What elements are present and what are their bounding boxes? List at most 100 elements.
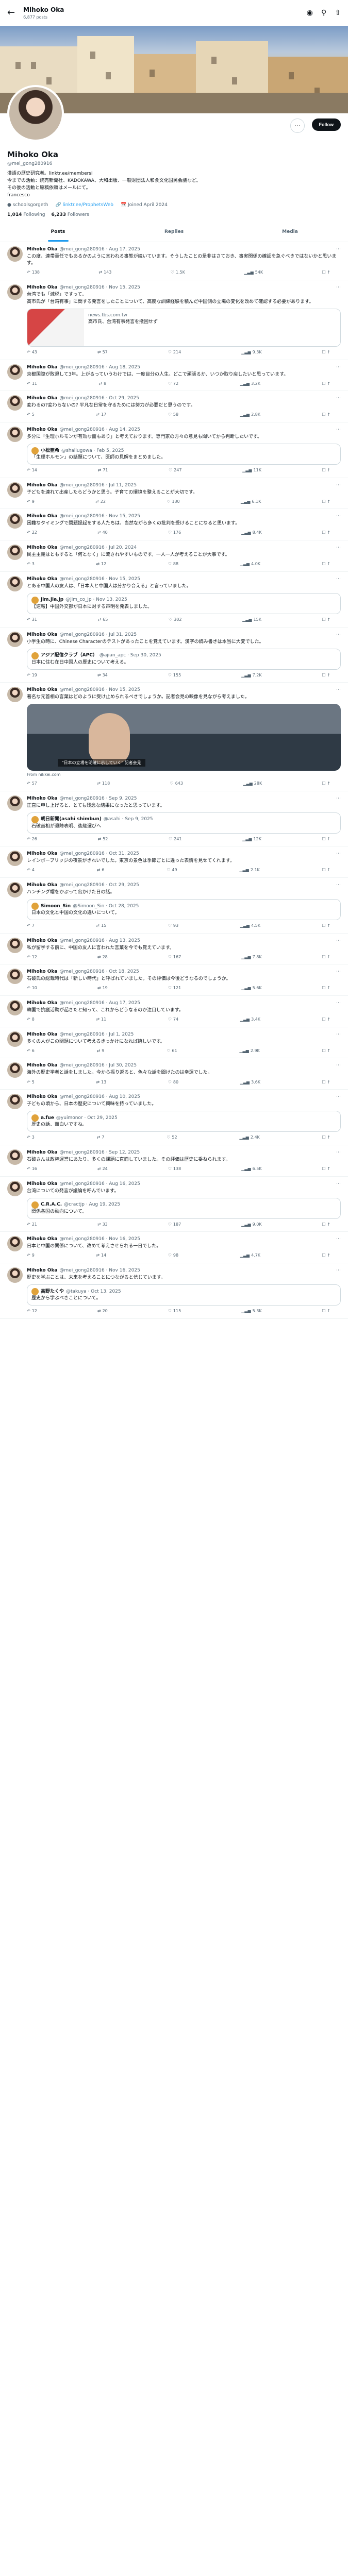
tweet[interactable]: Mihoko Oka @mei_gong280916 · Jul 20, 2024… xyxy=(0,540,348,572)
bookmark-share-icons[interactable]: ☐ ↑ xyxy=(322,1308,330,1314)
tweet-avatar[interactable] xyxy=(7,1267,23,1283)
tweet-author-name[interactable]: Mihoko Oka xyxy=(27,969,57,975)
reply-button[interactable]: ↶ 11 xyxy=(27,381,37,387)
views-button[interactable]: ▁▃▅ 3.4K xyxy=(240,1016,260,1023)
repost-button[interactable]: ⇄ 52 xyxy=(98,836,108,842)
tweet[interactable]: Mihoko Oka @mei_gong280916 · Jul 1, 2025 ⋯… xyxy=(0,1027,348,1059)
tweet[interactable]: Mihoko Oka @mei_gong280916 · Nov 15, 2025… xyxy=(0,509,348,541)
views-button[interactable]: ▁▃▅ 4.0K xyxy=(240,561,260,567)
tweet-author-name[interactable]: Mihoko Oka xyxy=(27,545,57,551)
tweet[interactable]: Mihoko Oka @mei_gong280916 · Jul 31, 2025… xyxy=(0,628,348,683)
quoted-tweet[interactable]: Simoon_Sin @Simoon_Sin · Oct 28, 2025 日本の文… xyxy=(27,899,341,921)
tweet[interactable]: Mihoko Oka @mei_gong280916 · Aug 14, 2025… xyxy=(0,422,348,478)
repost-button[interactable]: ⇄ 7 xyxy=(97,1134,105,1141)
tweet-avatar[interactable] xyxy=(7,246,23,262)
reply-button[interactable]: ↶ 138 xyxy=(27,269,40,276)
bookmark-share-icons[interactable]: ☐ ↑ xyxy=(322,923,330,929)
like-button[interactable]: ♡ 61 xyxy=(167,1048,177,1054)
tweet-author-name[interactable]: Mihoko Oka xyxy=(27,284,57,291)
tweet-author-name[interactable]: Mihoko Oka xyxy=(27,1031,57,1038)
repost-button[interactable]: ⇄ 71 xyxy=(98,467,108,473)
bookmark-share-icons[interactable]: ☐ ↑ xyxy=(322,1134,330,1141)
bookmark-share-icons[interactable]: ☐ ↑ xyxy=(322,672,330,679)
more-icon[interactable]: ⋯ xyxy=(336,1094,341,1100)
bookmark-share-icons[interactable]: ☐ ↑ xyxy=(322,781,330,787)
tweet-author-name[interactable]: Mihoko Oka xyxy=(27,576,57,583)
repost-button[interactable]: ⇄ 9 xyxy=(97,1048,105,1054)
quoted-tweet[interactable]: a.fue @yuimonor · Oct 29, 2025 歴史の話、面白いですね… xyxy=(27,1111,341,1132)
bookmark-share-icons[interactable]: ☐ ↑ xyxy=(322,499,330,505)
repost-button[interactable]: ⇄ 20 xyxy=(97,1308,108,1314)
bookmark-share-icons[interactable]: ☐ ↑ xyxy=(322,1252,330,1259)
tweet[interactable]: Mihoko Oka @mei_gong280916 · Nov 16, 2025… xyxy=(0,1232,348,1263)
tweet-author-name[interactable]: Mihoko Oka xyxy=(27,938,57,944)
more-icon[interactable]: ⋯ xyxy=(336,1031,341,1038)
bookmark-share-icons[interactable]: ☐ ↑ xyxy=(322,867,330,873)
views-button[interactable]: ▁▃▅ 9.3K xyxy=(241,349,261,355)
tweet[interactable]: Mihoko Oka @mei_gong280916 · Aug 17, 2025… xyxy=(0,996,348,1027)
repost-button[interactable]: ⇄ 143 xyxy=(98,269,111,276)
tweet-avatar[interactable] xyxy=(7,545,23,561)
like-button[interactable]: ♡ 52 xyxy=(167,1134,177,1141)
views-button[interactable]: ▁▃▅ 3.2K xyxy=(240,381,260,387)
bookmark-share-icons[interactable]: ☐ ↑ xyxy=(322,381,330,387)
tweet-author-name[interactable]: Mihoko Oka xyxy=(27,482,57,489)
reply-button[interactable]: ↶ 3 xyxy=(27,561,35,567)
reply-button[interactable]: ↶ 8 xyxy=(27,1016,35,1023)
views-button[interactable]: ▁▃▅ 12K xyxy=(242,836,261,842)
like-button[interactable]: ♡ 241 xyxy=(169,836,181,842)
like-button[interactable]: ♡ 130 xyxy=(167,499,179,505)
like-button[interactable]: ♡ 93 xyxy=(168,923,178,929)
like-button[interactable]: ♡ 49 xyxy=(167,867,177,873)
reply-button[interactable]: ↶ 19 xyxy=(27,672,37,679)
tweet-avatar[interactable] xyxy=(7,882,23,897)
more-icon[interactable]: ⋯ xyxy=(336,1267,341,1274)
profile-link[interactable]: 🔗 linktr.ee/ProphetsWeb xyxy=(56,202,113,209)
tweet[interactable]: Mihoko Oka @mei_gong280916 · Jul 30, 2025… xyxy=(0,1058,348,1090)
views-button[interactable]: ▁▃▅ 2.4K xyxy=(239,1134,259,1141)
views-button[interactable]: ▁▃▅ 4.5K xyxy=(240,923,260,929)
tweet[interactable]: Mihoko Oka @mei_gong280916 · Oct 31, 2025… xyxy=(0,846,348,878)
tweet-avatar[interactable] xyxy=(7,795,23,811)
tweet-avatar[interactable] xyxy=(7,1094,23,1110)
bookmark-share-icons[interactable]: ☐ ↑ xyxy=(322,269,330,276)
quoted-tweet[interactable]: 高野たくや @takuya · Oct 13, 2025 歴史から学ぶべきことについ… xyxy=(27,1284,341,1306)
grok-icon[interactable]: ◉ xyxy=(307,8,313,18)
tweet[interactable]: Mihoko Oka @mei_gong280916 · Nov 15, 2025… xyxy=(0,280,348,360)
repost-button[interactable]: ⇄ 8 xyxy=(98,381,106,387)
more-icon[interactable]: ⋯ xyxy=(336,364,341,371)
tweet-author-name[interactable]: Mihoko Oka xyxy=(27,1062,57,1069)
quoted-tweet[interactable]: 朝日新聞(asahi shimbun) @asahi · Sep 9, 2025 石… xyxy=(27,812,341,834)
bookmark-share-icons[interactable]: ☐ ↑ xyxy=(322,1166,330,1172)
bookmark-share-icons[interactable]: ☐ ↑ xyxy=(322,617,330,623)
following-stat[interactable]: 1,014 Following xyxy=(7,212,45,218)
reply-button[interactable]: ↶ 14 xyxy=(27,467,37,473)
repost-button[interactable]: ⇄ 65 xyxy=(98,617,108,623)
views-button[interactable]: ▁▃▅ 5.3K xyxy=(241,1308,261,1314)
more-icon[interactable]: ⋯ xyxy=(336,545,341,551)
reply-button[interactable]: ↶ 57 xyxy=(27,781,37,787)
like-button[interactable]: ♡ 247 xyxy=(169,467,181,473)
repost-button[interactable]: ⇄ 11 xyxy=(96,1016,106,1023)
tweet-author-name[interactable]: Mihoko Oka xyxy=(27,687,57,693)
repost-button[interactable]: ⇄ 28 xyxy=(97,954,108,960)
tweet-author-name[interactable]: Mihoko Oka xyxy=(27,632,57,638)
bookmark-share-icons[interactable]: ☐ ↑ xyxy=(322,1079,330,1086)
views-button[interactable]: ▁▃▅ 6.1K xyxy=(241,499,261,505)
reply-button[interactable]: ↶ 21 xyxy=(27,1222,37,1228)
tweet-avatar[interactable] xyxy=(7,631,23,647)
views-button[interactable]: ▁▃▅ 7.8K xyxy=(241,954,261,960)
reply-button[interactable]: ↶ 26 xyxy=(27,836,37,842)
tweet-author-name[interactable]: Mihoko Oka xyxy=(27,246,57,253)
link-card[interactable]: news.tbs.com.tw 高市氏、台湾有事発言を撤回せず xyxy=(27,309,341,347)
views-button[interactable]: ▁▃▅ 28K xyxy=(243,781,262,787)
reply-button[interactable]: ↶ 16 xyxy=(27,1166,37,1172)
views-button[interactable]: ▁▃▅ 8.4K xyxy=(241,530,261,536)
repost-button[interactable]: ⇄ 13 xyxy=(96,1079,106,1086)
reply-button[interactable]: ↶ 4 xyxy=(27,867,35,873)
quoted-tweet[interactable]: jim.jia.jp @jim_co_jp · Nov 13, 2025 【速報】中… xyxy=(27,592,341,614)
tab-replies[interactable]: Replies xyxy=(116,223,232,242)
reply-button[interactable]: ↶ 22 xyxy=(27,530,37,536)
follow-button[interactable]: Follow xyxy=(311,118,341,131)
bookmark-share-icons[interactable]: ☐ ↑ xyxy=(322,412,330,418)
